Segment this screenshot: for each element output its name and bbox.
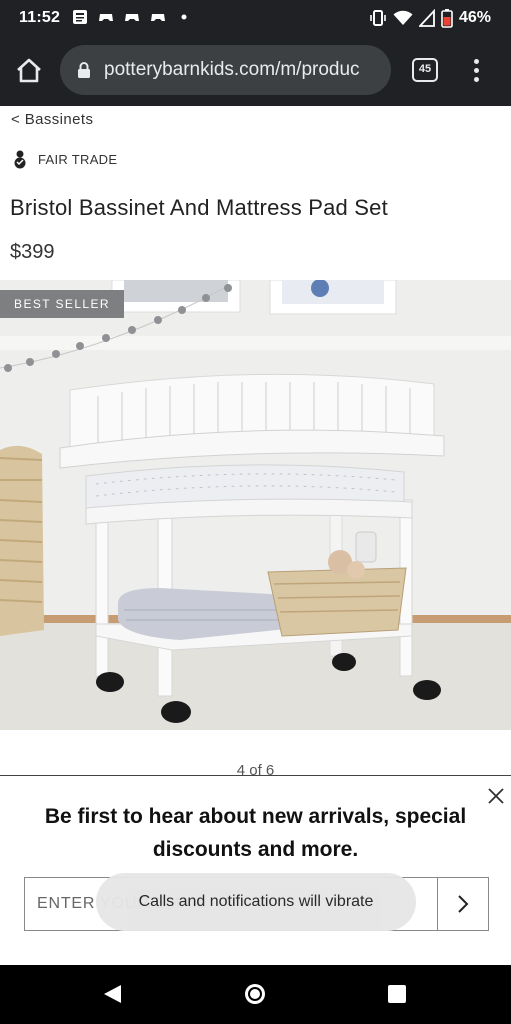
battery-icon — [441, 9, 453, 28]
browser-toolbar: potterybarnkids.com/m/produc 45 — [0, 36, 511, 106]
overflow-menu-icon[interactable] — [469, 56, 483, 86]
fair-trade-label: FAIR TRADE — [38, 151, 118, 167]
android-navigation-bar — [0, 965, 511, 1024]
clock: 11:52 — [19, 9, 61, 26]
system-toast: Calls and notifications will vibrate — [96, 873, 416, 931]
news-icon — [73, 10, 87, 24]
bassinet-photo — [0, 280, 511, 730]
email-signup-banner: Be first to hear about new arrivals, spe… — [0, 775, 511, 965]
product-title: Bristol Bassinet And Mattress Pad Set — [10, 195, 388, 220]
chevron-right-icon — [458, 895, 469, 913]
lock-icon[interactable] — [76, 61, 92, 79]
notification-icons — [72, 9, 192, 25]
fair-trade-tag: FAIR TRADE — [12, 149, 117, 169]
tab-switcher-button[interactable]: 45 — [412, 58, 438, 82]
system-icons: 46% — [369, 8, 491, 28]
vibrate-icon — [370, 10, 386, 26]
product-price: $399 — [10, 241, 55, 263]
game-controller-icon — [151, 14, 165, 21]
back-icon[interactable] — [101, 983, 123, 1005]
breadcrumb-back-link[interactable]: < Bassinets — [11, 111, 93, 128]
signal-icon — [418, 9, 435, 27]
home-icon[interactable] — [14, 56, 44, 86]
product-image[interactable] — [0, 280, 511, 730]
home-circle-icon[interactable] — [243, 982, 267, 1006]
address-bar[interactable]: potterybarnkids.com/m/produc — [60, 45, 391, 95]
email-submit-button[interactable] — [437, 877, 489, 931]
signup-headline: Be first to hear about new arrivals, spe… — [44, 805, 467, 861]
status-bar: 11:52 46% — [0, 0, 511, 36]
fair-trade-icon — [14, 150, 26, 169]
game-controller-icon — [99, 14, 113, 21]
wifi-icon — [393, 10, 413, 25]
best-seller-badge: BEST SELLER — [0, 290, 124, 318]
battery-percent: 46% — [458, 9, 491, 26]
url-text[interactable]: potterybarnkids.com/m/produc — [104, 59, 386, 81]
game-controller-icon — [125, 14, 139, 21]
recents-icon[interactable] — [387, 984, 407, 1004]
more-dot-icon — [181, 14, 187, 20]
